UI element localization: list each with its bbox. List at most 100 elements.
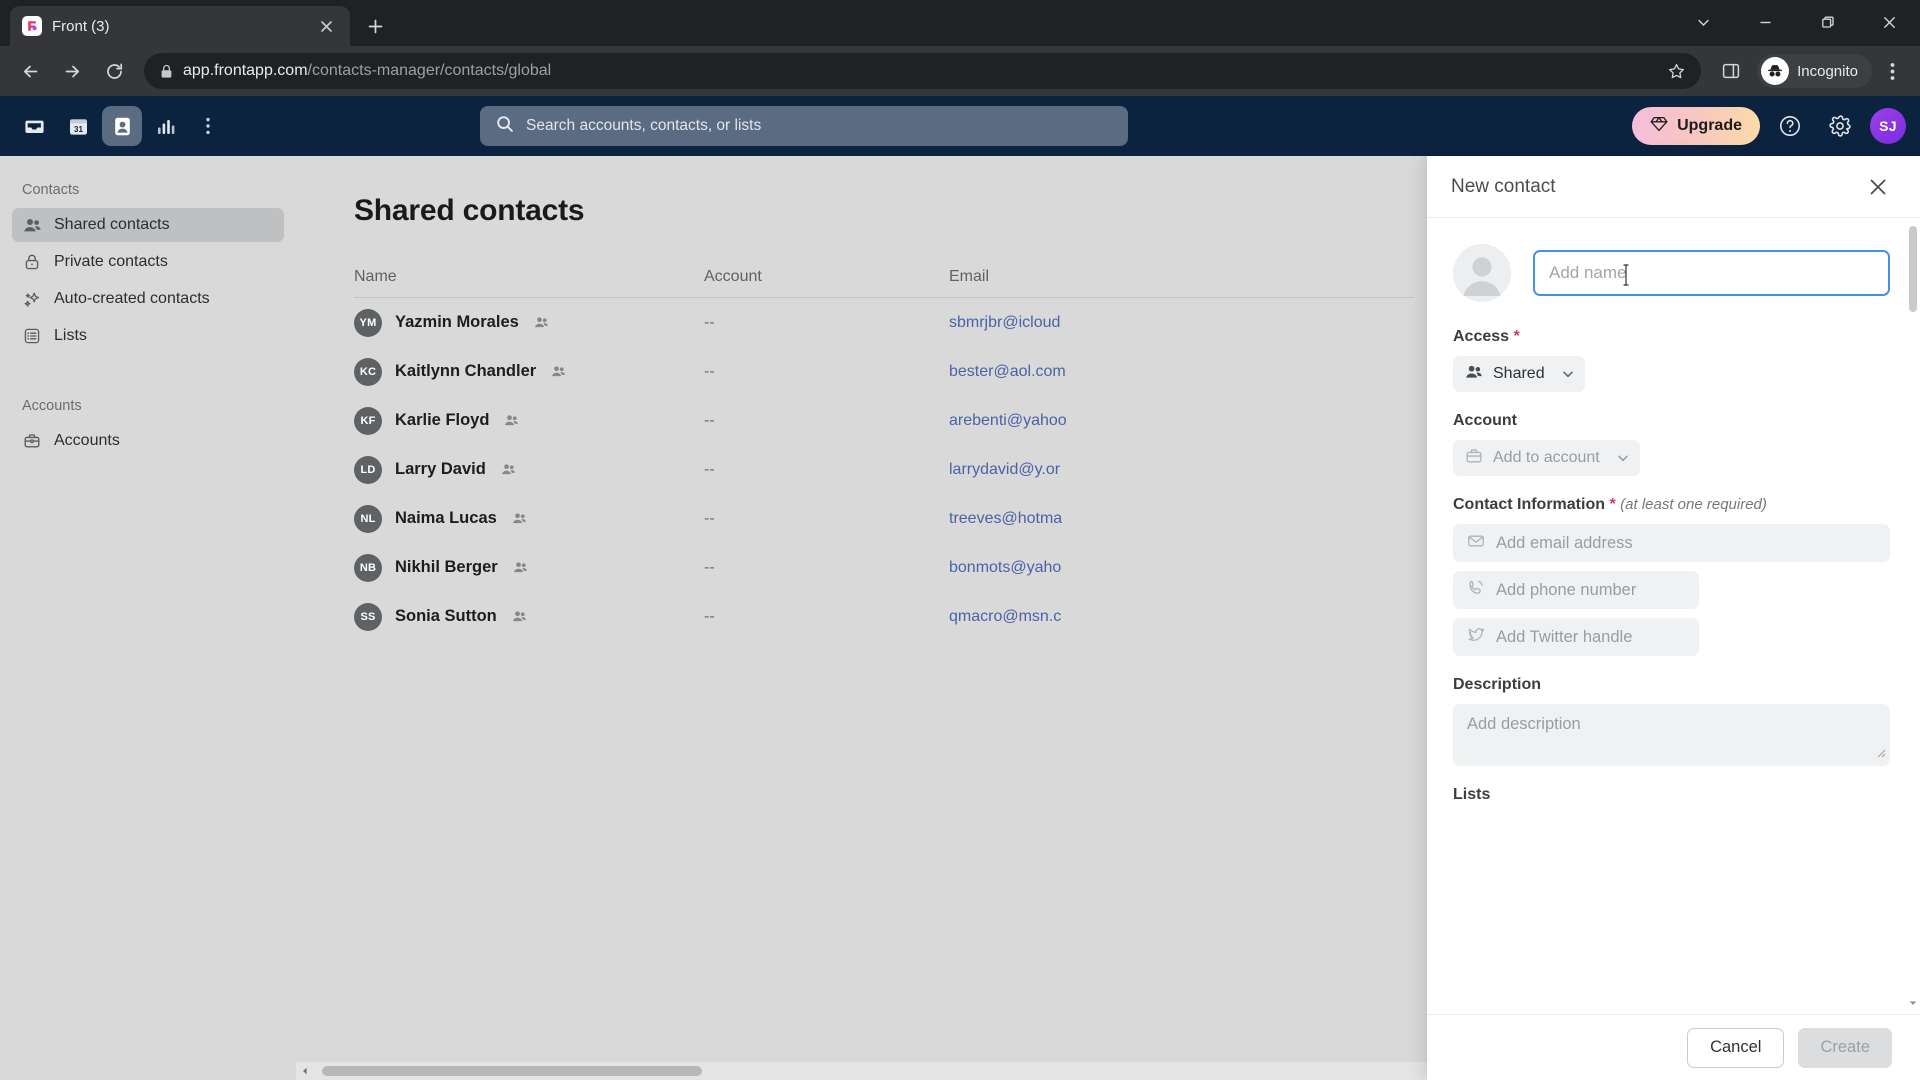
table-row[interactable]: KF Karlie Floyd -- arebenti@yahoo <box>354 396 1414 445</box>
table-row[interactable]: KC Kaitlynn Chandler -- bester@aol.com <box>354 347 1414 396</box>
upgrade-button[interactable]: Upgrade <box>1632 107 1760 145</box>
cell-account: -- <box>704 411 715 429</box>
three-dot-menu-icon[interactable] <box>1874 51 1910 91</box>
phone-placeholder: Add phone number <box>1496 580 1637 599</box>
table-row[interactable]: NL Naima Lucas -- treeves@hotma <box>354 494 1414 543</box>
cell-email[interactable]: qmacro@msn.c <box>949 608 1414 626</box>
sidebar-group-title-accounts: Accounts <box>22 398 82 414</box>
nav-contacts-icon[interactable] <box>102 106 142 146</box>
maximize-icon[interactable] <box>1796 0 1858 44</box>
table-row[interactable]: LD Larry David -- larrydavid@y.or <box>354 445 1414 494</box>
avatar-initials: SJ <box>1879 118 1897 134</box>
sidebar-item-private-contacts[interactable]: Private contacts <box>12 245 284 279</box>
column-header-email[interactable]: Email <box>949 268 1414 286</box>
avatar[interactable]: SJ <box>1870 108 1906 144</box>
chevron-down-icon[interactable] <box>1672 0 1734 44</box>
cell-email[interactable]: bester@aol.com <box>949 363 1414 381</box>
cell-account: -- <box>704 607 715 625</box>
global-search-input[interactable]: Search accounts, contacts, or lists <box>480 106 1129 146</box>
avatar: YM <box>354 308 382 337</box>
reload-icon[interactable] <box>94 51 134 91</box>
sidebar-group-title-contacts: Contacts <box>22 182 80 198</box>
person-placeholder-icon[interactable] <box>1453 244 1511 302</box>
contact-name[interactable]: Yazmin Morales <box>395 313 519 332</box>
cell-account: -- <box>704 460 715 478</box>
contact-information-block: Contact Information * (at least one requ… <box>1453 496 1890 656</box>
close-window-icon[interactable] <box>1858 0 1920 44</box>
contact-name[interactable]: Kaitlynn Chandler <box>395 362 536 381</box>
forward-arrow-icon[interactable] <box>52 51 92 91</box>
name-input[interactable]: Add name <box>1533 250 1890 296</box>
cell-email[interactable]: treeves@hotma <box>949 510 1414 528</box>
cell-email[interactable]: arebenti@yahoo <box>949 412 1414 430</box>
upgrade-label: Upgrade <box>1677 117 1742 134</box>
cell-name[interactable]: NL Naima Lucas <box>354 504 704 533</box>
nav-inbox-icon[interactable] <box>14 106 54 146</box>
nav-analytics-icon[interactable] <box>146 106 186 146</box>
name-row: Add name <box>1453 244 1890 302</box>
table-row[interactable]: NB Nikhil Berger -- bonmots@yaho <box>354 543 1414 592</box>
help-circle-icon[interactable] <box>1770 106 1810 146</box>
side-panel-icon[interactable] <box>1711 51 1751 91</box>
incognito-profile-button[interactable]: Incognito <box>1757 54 1872 88</box>
scrollbar-thumb[interactable] <box>322 1066 702 1076</box>
address-bar[interactable]: app.frontapp.com/contacts-manager/contac… <box>144 53 1702 89</box>
scroll-left-arrow-icon[interactable] <box>296 1062 314 1080</box>
close-tab-icon[interactable] <box>314 14 338 38</box>
panel-scrollbar-thumb[interactable] <box>1909 226 1917 312</box>
cell-name[interactable]: KC Kaitlynn Chandler <box>354 357 704 386</box>
people-icon <box>512 511 527 526</box>
cell-email[interactable]: larrydavid@y.or <box>949 461 1414 479</box>
sidebar-item-label: Auto-created contacts <box>54 290 210 307</box>
sidebar-item-accounts[interactable]: Accounts <box>12 424 284 458</box>
scroll-down-arrow-icon[interactable] <box>1909 998 1917 1008</box>
email-field[interactable]: Add email address <box>1453 524 1890 562</box>
contact-name[interactable]: Larry David <box>395 460 486 479</box>
sidebar-item-label: Lists <box>54 327 87 344</box>
front-logo-icon <box>22 16 42 36</box>
bookmark-star-icon[interactable] <box>1663 63 1689 80</box>
close-icon[interactable] <box>1862 171 1894 203</box>
contact-name[interactable]: Nikhil Berger <box>395 558 498 577</box>
column-header-account[interactable]: Account <box>704 268 949 286</box>
back-arrow-icon[interactable] <box>10 51 50 91</box>
cancel-button[interactable]: Cancel <box>1687 1027 1785 1068</box>
cell-account: -- <box>704 362 715 380</box>
access-value: Shared <box>1493 365 1545 382</box>
twitter-field[interactable]: Add Twitter handle <box>1453 618 1699 656</box>
contact-name[interactable]: Naima Lucas <box>395 509 497 528</box>
sidebar-item-shared-contacts[interactable]: Shared contacts <box>12 208 284 242</box>
access-block: Access * Shared <box>1453 328 1890 392</box>
browser-toolbar: app.frontapp.com/contacts-manager/contac… <box>0 46 1920 96</box>
cell-email[interactable]: sbmrjbr@icloud <box>949 314 1414 332</box>
panel-scrollbar[interactable] <box>1909 226 1917 1006</box>
resize-handle-icon[interactable] <box>1875 744 1886 763</box>
cell-name[interactable]: LD Larry David <box>354 455 704 484</box>
new-tab-button[interactable] <box>358 9 392 43</box>
cell-name[interactable]: YM Yazmin Morales <box>354 308 704 337</box>
cell-email[interactable]: bonmots@yaho <box>949 559 1414 577</box>
contact-name[interactable]: Sonia Sutton <box>395 607 497 626</box>
sidebar-item-lists[interactable]: Lists <box>12 319 284 353</box>
cell-name[interactable]: NB Nikhil Berger <box>354 553 704 582</box>
phone-field[interactable]: Add phone number <box>1453 571 1699 609</box>
cell-name[interactable]: KF Karlie Floyd <box>354 406 704 435</box>
table-row[interactable]: YM Yazmin Morales -- sbmrjbr@icloud <box>354 298 1414 347</box>
column-header-name[interactable]: Name <box>354 268 704 286</box>
cell-account: -- <box>704 558 715 576</box>
avatar: SS <box>354 602 382 631</box>
table-row[interactable]: SS Sonia Sutton -- qmacro@msn.c <box>354 592 1414 641</box>
gear-icon[interactable] <box>1820 106 1860 146</box>
sidebar-item-auto-created-contacts[interactable]: Auto-created contacts <box>12 282 284 316</box>
contact-name[interactable]: Karlie Floyd <box>395 411 489 430</box>
nav-more-vertical-icon[interactable] <box>190 106 226 146</box>
people-icon <box>501 462 516 477</box>
account-select[interactable]: Add to account <box>1453 440 1640 476</box>
browser-tab[interactable]: Front (3) <box>10 6 350 46</box>
access-select[interactable]: Shared <box>1453 356 1585 392</box>
description-textarea[interactable]: Add description <box>1453 704 1890 766</box>
lists-label: Lists <box>1453 786 1491 803</box>
cell-name[interactable]: SS Sonia Sutton <box>354 602 704 631</box>
minimize-icon[interactable] <box>1734 0 1796 44</box>
nav-calendar-icon[interactable]: 31 <box>58 106 98 146</box>
